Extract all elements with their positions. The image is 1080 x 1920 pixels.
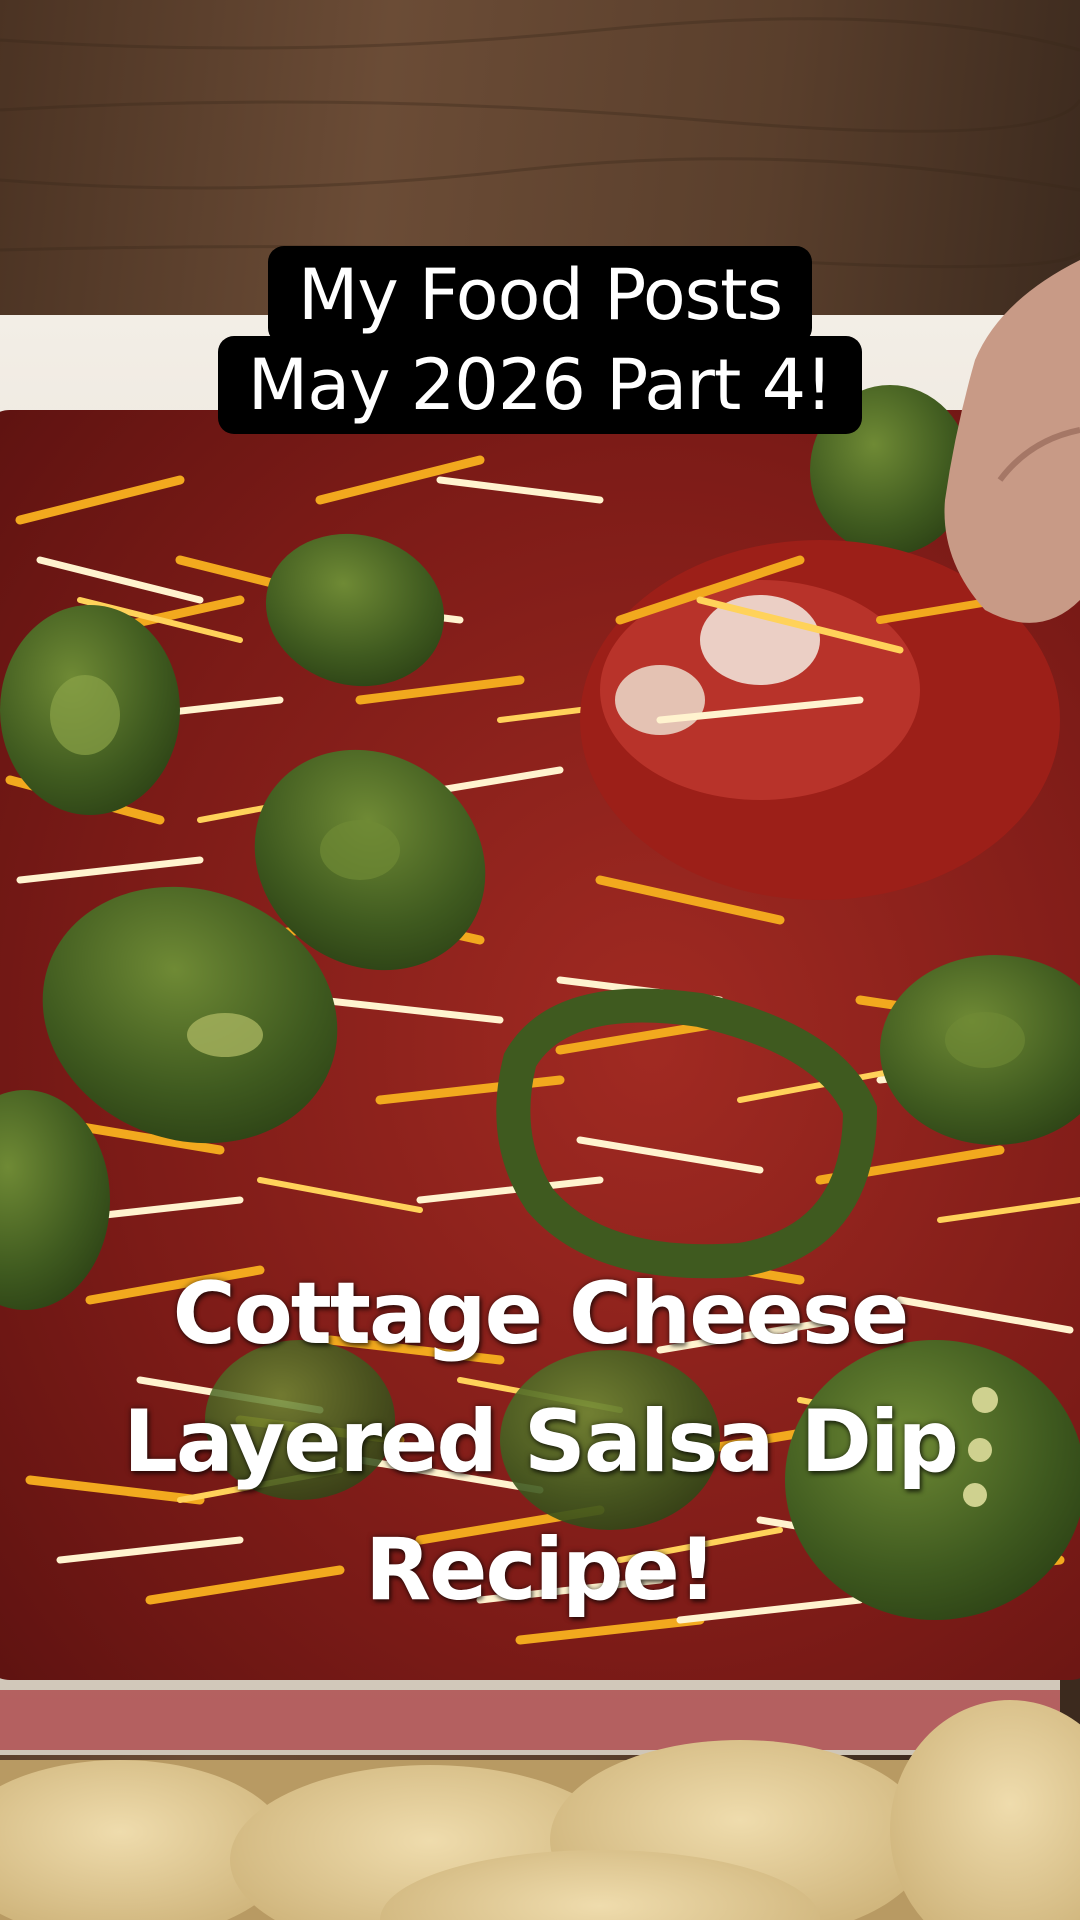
top-caption-line-2: May 2026 Part 4! <box>217 336 863 434</box>
recipe-title-line-1: Cottage Cheese <box>172 1264 910 1364</box>
top-caption: My Food Posts May 2026 Part 4! <box>0 246 1080 434</box>
top-caption-line-1: My Food Posts <box>267 246 813 344</box>
recipe-title-overlay: Cottage Cheese Layered Salsa Dip Recipe! <box>0 1250 1080 1634</box>
recipe-title-line-3: Recipe! <box>364 1520 717 1620</box>
baking-dish-edge <box>0 1690 1060 1750</box>
recipe-title-line-2: Layered Salsa Dip <box>123 1392 959 1492</box>
